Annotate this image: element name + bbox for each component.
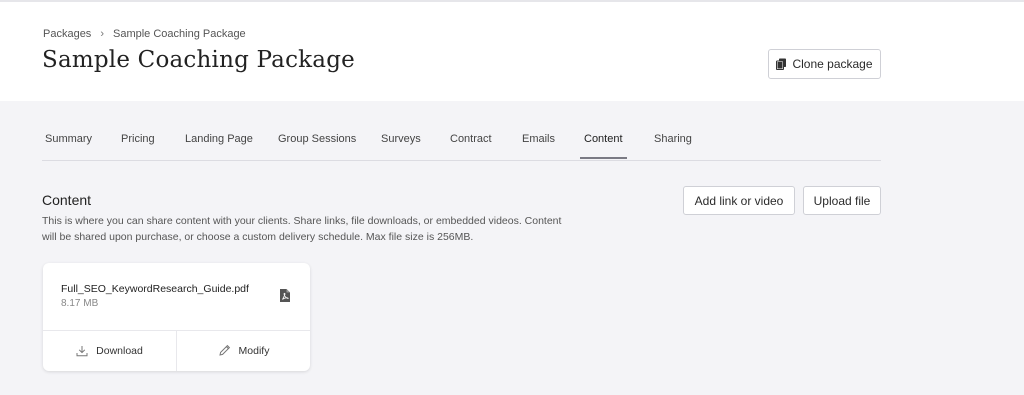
upload-file-button[interactable]: Upload file [803,186,881,215]
tab-group-sessions[interactable]: Group Sessions [278,133,356,155]
tab-summary[interactable]: Summary [45,133,92,155]
clone-package-button[interactable]: Clone package [768,49,881,79]
add-link-or-video-label: Add link or video [694,193,784,208]
active-tab-indicator [580,157,627,159]
modify-label: Modify [238,344,270,357]
tab-content[interactable]: Content [584,133,623,155]
add-link-or-video-button[interactable]: Add link or video [683,186,795,215]
pencil-icon [218,344,230,356]
download-icon [76,345,88,356]
page-title: Sample Coaching Package [42,47,355,73]
file-size: 8.17 MB [61,298,99,309]
tab-landing-page[interactable]: Landing Page [185,133,253,155]
breadcrumb: Packages › Sample Coaching Package [43,28,246,40]
copy-icon [776,58,787,70]
tab-surveys[interactable]: Surveys [381,133,421,155]
breadcrumb-current: Sample Coaching Package [112,28,246,40]
download-label: Download [96,344,143,357]
tab-bar: Summary Pricing Landing Page Group Sessi… [42,125,881,161]
tab-sharing[interactable]: Sharing [654,133,692,155]
page-header: Packages › Sample Coaching Package Sampl… [0,2,1024,101]
content-section-title: Content [42,192,92,208]
breadcrumb-packages-link[interactable]: Packages [43,28,91,40]
chevron-right-icon: › [100,28,104,40]
tab-pricing[interactable]: Pricing [121,133,155,155]
upload-file-label: Upload file [813,193,871,208]
clone-package-label: Clone package [792,57,873,71]
content-section-description: This is where you can share content with… [42,215,562,243]
file-card: Full_SEO_KeywordResearch_Guide.pdf 8.17 … [43,263,310,371]
pdf-file-icon [280,289,290,302]
tab-contract[interactable]: Contract [450,133,492,155]
tab-emails[interactable]: Emails [522,133,555,155]
modify-button[interactable]: Modify [177,330,310,371]
download-button[interactable]: Download [43,330,176,371]
file-name: Full_SEO_KeywordResearch_Guide.pdf [61,283,249,295]
